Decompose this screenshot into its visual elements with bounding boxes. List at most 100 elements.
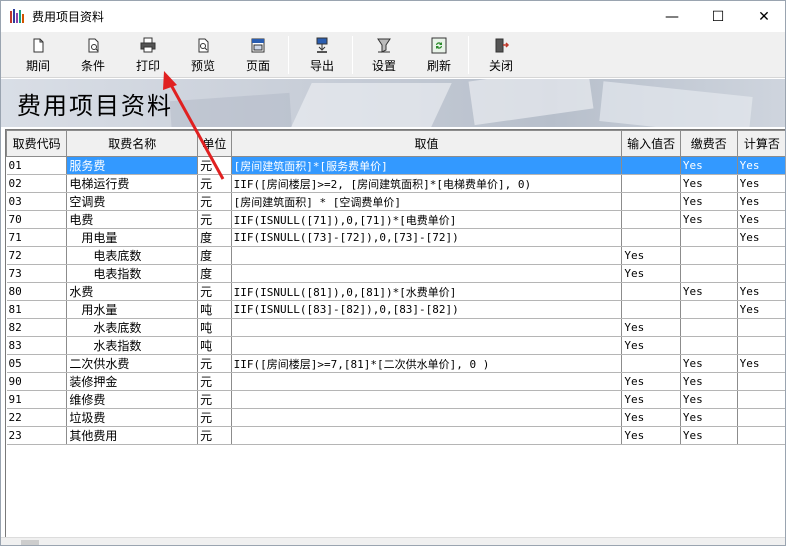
table-row[interactable]: 03 空调费元 [房间建筑面积] * [空调费单价] Yes Yes bbox=[6, 192, 785, 211]
cell-unit[interactable]: 吨 bbox=[197, 300, 232, 319]
cell-input[interactable] bbox=[621, 228, 681, 247]
cell-value[interactable] bbox=[231, 246, 623, 265]
cell-unit[interactable]: 吨 bbox=[197, 336, 232, 355]
condition-button[interactable]: 条件 bbox=[67, 35, 119, 75]
cell-name[interactable]: 电表指数 bbox=[66, 264, 199, 283]
cell-input[interactable]: Yes bbox=[621, 318, 681, 337]
page-setup-button[interactable]: 页面 bbox=[232, 35, 284, 75]
cell-input[interactable]: Yes bbox=[621, 372, 681, 391]
cell-pay[interactable] bbox=[680, 318, 738, 337]
cell-pay[interactable]: Yes bbox=[680, 192, 738, 211]
cell-name[interactable]: 垃圾费 bbox=[66, 408, 199, 427]
cell-input[interactable]: Yes bbox=[621, 408, 681, 427]
cell-unit[interactable]: 度 bbox=[197, 228, 232, 247]
cell-unit[interactable]: 元 bbox=[197, 282, 232, 301]
table-row[interactable]: 02 电梯运行费元 IIF([房间楼层]>=2, [房间建筑面积]*[电梯费单价],… bbox=[6, 174, 785, 193]
table-row[interactable]: 80 水费元 IIF(ISNULL([81]),0,[81])*[水费单价] Yes Y… bbox=[6, 282, 785, 301]
cell-unit[interactable]: 元 bbox=[197, 174, 232, 193]
cell-pay[interactable]: Yes bbox=[680, 390, 738, 409]
cell-pay[interactable]: Yes bbox=[680, 354, 738, 373]
cell-input[interactable]: Yes bbox=[621, 336, 681, 355]
cell-code[interactable]: 83 bbox=[6, 336, 68, 355]
cell-input[interactable]: Yes bbox=[621, 426, 681, 445]
cell-input[interactable] bbox=[621, 210, 681, 229]
cell-value[interactable] bbox=[231, 390, 623, 409]
cell-name[interactable]: 电表底数 bbox=[66, 246, 199, 265]
cell-calc[interactable] bbox=[737, 264, 785, 283]
cell-input[interactable]: Yes bbox=[621, 246, 681, 265]
table-row[interactable]: 82 水表底数吨 Yes bbox=[6, 318, 785, 337]
export-button[interactable]: 导出 bbox=[296, 35, 348, 75]
period-button[interactable]: 期间 bbox=[12, 35, 64, 75]
cell-value[interactable] bbox=[231, 264, 623, 283]
settings-button[interactable]: 设置 bbox=[358, 35, 410, 75]
cell-name[interactable]: 用水量 bbox=[66, 300, 199, 319]
cell-name[interactable]: 二次供水费 bbox=[66, 354, 199, 373]
cell-unit[interactable]: 元 bbox=[197, 390, 232, 409]
cell-unit[interactable]: 元 bbox=[197, 408, 232, 427]
header-value[interactable]: 取值 bbox=[230, 130, 623, 157]
cell-pay[interactable]: Yes bbox=[680, 210, 738, 229]
cell-unit[interactable]: 元 bbox=[197, 426, 232, 445]
cell-name[interactable]: 服务费 bbox=[66, 156, 199, 175]
cell-value[interactable]: IIF(ISNULL([73]-[72]),0,[73]-[72]) bbox=[231, 228, 623, 247]
table-row[interactable]: 83 水表指数吨 Yes bbox=[6, 336, 785, 355]
header-name[interactable]: 取费名称 bbox=[66, 130, 199, 157]
cell-calc[interactable] bbox=[737, 336, 785, 355]
close-button[interactable]: 关闭 bbox=[475, 35, 527, 75]
cell-input[interactable] bbox=[621, 300, 681, 319]
cell-pay[interactable] bbox=[680, 246, 738, 265]
cell-calc[interactable] bbox=[737, 390, 785, 409]
cell-code[interactable]: 82 bbox=[6, 318, 68, 337]
cell-name[interactable]: 维修费 bbox=[66, 390, 199, 409]
cell-pay[interactable]: Yes bbox=[680, 408, 738, 427]
table-row[interactable]: 71 用电量度 IIF(ISNULL([73]-[72]),0,[73]-[72])… bbox=[6, 228, 785, 247]
cell-code[interactable]: 23 bbox=[6, 426, 68, 445]
cell-code[interactable]: 02 bbox=[6, 174, 68, 193]
cell-name[interactable]: 水表底数 bbox=[66, 318, 199, 337]
cell-name[interactable]: 空调费 bbox=[66, 192, 199, 211]
fee-items-grid[interactable]: 取费代码 取费名称 单位 取值 输入值否 缴费否 计算否 01 服务费元 [房间建筑… bbox=[5, 129, 785, 537]
table-row[interactable]: 01 服务费元 [房间建筑面积]*[服务费单价] Yes Yes bbox=[6, 156, 785, 175]
header-code[interactable]: 取费代码 bbox=[6, 130, 68, 157]
cell-pay[interactable]: Yes bbox=[680, 174, 738, 193]
cell-calc[interactable]: Yes bbox=[737, 210, 785, 229]
cell-unit[interactable]: 元 bbox=[197, 210, 232, 229]
table-row[interactable]: 91 维修费元 Yes Yes bbox=[6, 390, 785, 409]
cell-value[interactable]: [房间建筑面积] * [空调费单价] bbox=[231, 192, 623, 211]
cell-pay[interactable] bbox=[680, 336, 738, 355]
cell-pay[interactable] bbox=[680, 300, 738, 319]
cell-unit[interactable]: 度 bbox=[197, 246, 232, 265]
cell-unit[interactable]: 元 bbox=[197, 354, 232, 373]
header-input[interactable]: 输入值否 bbox=[621, 130, 681, 157]
cell-code[interactable]: 80 bbox=[6, 282, 68, 301]
cell-input[interactable] bbox=[621, 174, 681, 193]
cell-value[interactable]: IIF([房间楼层]>=2, [房间建筑面积]*[电梯费单价], 0) bbox=[231, 174, 623, 193]
cell-calc[interactable] bbox=[737, 372, 785, 391]
print-button[interactable]: 打印 bbox=[122, 35, 174, 75]
cell-calc[interactable]: Yes bbox=[737, 192, 785, 211]
cell-code[interactable]: 22 bbox=[6, 408, 68, 427]
header-unit[interactable]: 单位 bbox=[197, 130, 232, 157]
cell-value[interactable] bbox=[231, 372, 623, 391]
table-row[interactable]: 72 电表底数度 Yes bbox=[6, 246, 785, 265]
cell-name[interactable]: 用电量 bbox=[66, 228, 199, 247]
cell-code[interactable]: 71 bbox=[6, 228, 68, 247]
cell-input[interactable]: Yes bbox=[621, 390, 681, 409]
table-row[interactable]: 05 二次供水费元 IIF([房间楼层]>=7,[81]*[二次供水单价], 0 )… bbox=[6, 354, 785, 373]
cell-calc[interactable]: Yes bbox=[737, 174, 785, 193]
cell-pay[interactable]: Yes bbox=[680, 426, 738, 445]
cell-code[interactable]: 05 bbox=[6, 354, 68, 373]
cell-value[interactable] bbox=[231, 408, 623, 427]
cell-calc[interactable]: Yes bbox=[737, 228, 785, 247]
cell-code[interactable]: 01 bbox=[6, 156, 68, 175]
cell-unit[interactable]: 元 bbox=[197, 372, 232, 391]
table-row[interactable]: 90 装修押金元 Yes Yes bbox=[6, 372, 785, 391]
header-calc[interactable]: 计算否 bbox=[736, 130, 785, 157]
cell-input[interactable] bbox=[621, 354, 681, 373]
cell-code[interactable]: 90 bbox=[6, 372, 68, 391]
cell-value[interactable] bbox=[231, 318, 623, 337]
cell-unit[interactable]: 度 bbox=[197, 264, 232, 283]
cell-value[interactable] bbox=[231, 336, 623, 355]
horizontal-scrollbar[interactable] bbox=[1, 537, 785, 545]
